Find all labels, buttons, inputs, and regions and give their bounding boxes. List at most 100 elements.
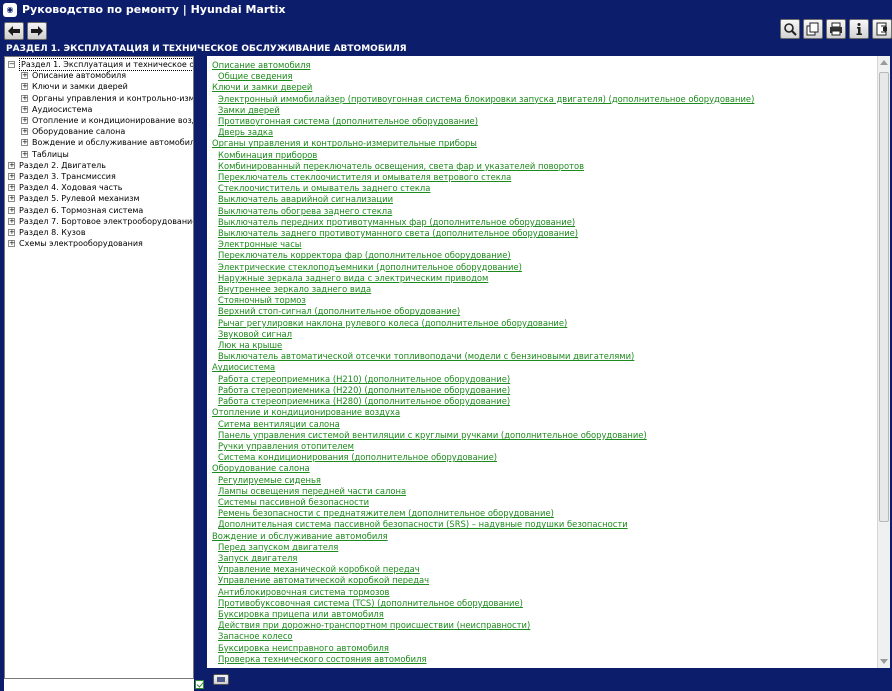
expand-icon[interactable]: +	[8, 195, 15, 203]
content-link[interactable]: Ситема вентиляции салона	[212, 419, 754, 430]
tree-item[interactable]: + Таблицы	[21, 149, 69, 160]
content-link[interactable]: Управление автоматической коробкой перед…	[212, 575, 754, 586]
content-link[interactable]: Наружные зеркала заднего вида с электрич…	[212, 273, 754, 284]
content-link[interactable]: Верхний стоп-сигнал (дополнительное обор…	[212, 306, 754, 317]
content-link[interactable]: Выключатель заднего противотуманного све…	[212, 228, 754, 239]
content-link[interactable]: Запуск двигателя	[212, 553, 754, 564]
content-link[interactable]: Стояночный тормоз	[212, 295, 754, 306]
expand-icon[interactable]: +	[8, 240, 15, 248]
content-heading-link[interactable]: Отопление и кондиционирование воздуха	[212, 407, 754, 418]
expand-icon[interactable]: +	[21, 83, 28, 91]
copy-button[interactable]	[803, 19, 823, 39]
print-button[interactable]	[826, 19, 846, 39]
expand-icon[interactable]: +	[21, 128, 28, 136]
content-heading-link[interactable]: Описание автомобиля	[212, 60, 754, 71]
content-heading-link[interactable]: Оборудование салона	[212, 463, 754, 474]
info-button[interactable]	[849, 19, 869, 39]
tree-item[interactable]: + Раздел 5. Рулевой механизм	[8, 193, 140, 204]
content-link[interactable]: Выключатель обогрева заднего стекла	[212, 206, 754, 217]
tree-item[interactable]: + Вождение и обслуживание автомобиля	[21, 137, 193, 148]
tree-item[interactable]: + Раздел 2. Двигатель	[8, 160, 106, 171]
expand-icon[interactable]: +	[21, 139, 28, 147]
content-link[interactable]: Дополнительная система пассивной безопас…	[212, 519, 754, 530]
content-link[interactable]: Выключатель передних противотуманных фар…	[212, 217, 754, 228]
content-link[interactable]: Противоугонная система (дополнительное о…	[212, 116, 754, 127]
content-heading-link[interactable]: Ключи и замки дверей	[212, 82, 754, 93]
expand-icon[interactable]: +	[21, 105, 28, 113]
tree-item[interactable]: + Отопление и кондиционирование воздуха	[21, 115, 193, 126]
back-button[interactable]	[4, 22, 24, 40]
content-link[interactable]: Дверь задка	[212, 127, 754, 138]
content-heading-link[interactable]: Вождение и обслуживание автомобиля	[212, 531, 754, 542]
forward-button[interactable]	[27, 22, 47, 40]
content-link[interactable]: Работа стереоприемника (H280) (дополните…	[212, 396, 754, 407]
content-link[interactable]: Электронный иммобилайзер (противоугонная…	[212, 94, 754, 105]
content-link[interactable]: Действия при дорожно-транспортном происш…	[212, 620, 754, 631]
content-link[interactable]: Запасное колесо	[212, 631, 754, 642]
expand-icon[interactable]: +	[21, 117, 28, 124]
expand-icon[interactable]: +	[8, 217, 15, 225]
tree-item[interactable]: + Оборудование салона	[21, 126, 125, 137]
expand-icon[interactable]: +	[21, 72, 28, 80]
content-link[interactable]: Противобуксовочная система (TCS) (дополн…	[212, 598, 754, 609]
content-link[interactable]: Работа стереоприемника (H220) (дополните…	[212, 385, 754, 396]
expand-icon[interactable]: +	[8, 229, 15, 236]
content-link[interactable]: Электрические стеклоподъемники (дополнит…	[212, 262, 754, 273]
content-link[interactable]: Замки дверей	[212, 105, 754, 116]
content-link[interactable]: Рычаг регулировки наклона рулевого колес…	[212, 318, 754, 329]
content-link[interactable]: Выключатель аварийной сигнализации	[212, 194, 754, 205]
tree-item[interactable]: + Схемы электрооборудования	[8, 238, 143, 249]
content-link[interactable]: Буксировка прицепа или автомобиля	[212, 609, 754, 620]
vertical-scrollbar[interactable]	[877, 56, 890, 668]
content-link[interactable]: Лампы освещения передней части салона	[212, 486, 754, 497]
content-link[interactable]: Буксировка неисправного автомобиля	[212, 643, 754, 654]
tree-item[interactable]: + Органы управления и контрольно-измерите…	[21, 93, 193, 104]
tree-item[interactable]: + Раздел 6. Тормозная система	[8, 205, 143, 216]
content-link[interactable]: Выключатель автоматической отсечки топли…	[212, 351, 754, 362]
content-heading-link[interactable]: Органы управления и контрольно-измерител…	[212, 138, 754, 149]
tree-item[interactable]: + Описание автомобиля	[21, 70, 126, 81]
content-link[interactable]: Электронные часы	[212, 239, 754, 250]
tree-item[interactable]: + Аудиосистема	[21, 104, 92, 115]
expand-icon[interactable]: +	[21, 150, 28, 158]
content-link[interactable]: Переключатель корректора фар (дополнител…	[212, 250, 754, 261]
content-link[interactable]: Стеклоочиститель и омыватель заднего сте…	[212, 183, 754, 194]
content-link[interactable]: Работа стереоприемника (H210) (дополните…	[212, 374, 754, 385]
screen-icon[interactable]	[213, 674, 229, 685]
exit-button[interactable]	[872, 19, 892, 39]
content-link[interactable]: Люк на крыше	[212, 340, 754, 351]
content-link[interactable]: Переключатель стеклоочистителя и омывате…	[212, 172, 754, 183]
tree-item[interactable]: + Ключи и замки дверей	[21, 81, 128, 92]
expand-icon[interactable]: +	[8, 206, 15, 214]
expand-icon[interactable]: +	[8, 184, 15, 192]
content-link[interactable]: Антиблокировочная система тормозов	[212, 587, 754, 598]
content-link[interactable]: Ручки управления отопителем	[212, 441, 754, 452]
content-pane[interactable]: Описание автомобиля Общие сведения Ключи и…	[207, 56, 877, 668]
content-link[interactable]: Комбинация приборов	[212, 150, 754, 161]
content-link[interactable]: Ремень безопасности с преднатяжителем (д…	[212, 508, 754, 519]
content-link[interactable]: Регулируемые сиденья	[212, 475, 754, 486]
search-button[interactable]	[780, 19, 800, 39]
tree-item[interactable]: −Раздел 1. Эксплуатация и техническое об…	[8, 58, 193, 71]
content-link[interactable]: Внутреннее зеркало заднего вида	[212, 284, 754, 295]
scroll-thumb[interactable]	[879, 72, 889, 522]
tree-item[interactable]: + Раздел 4. Ходовая часть	[8, 182, 122, 193]
navigation-tree-pane[interactable]: −Раздел 1. Эксплуатация и техническое об…	[4, 56, 194, 679]
content-link[interactable]: Проверка технического состояния автомоби…	[212, 654, 754, 665]
tree-item[interactable]: + Раздел 7. Бортовое электрооборудование	[8, 216, 193, 227]
content-link[interactable]: Общие сведения	[212, 71, 754, 82]
scroll-up-arrow-icon[interactable]	[880, 60, 888, 65]
expand-icon[interactable]: +	[21, 94, 28, 102]
content-link[interactable]: Система кондиционирования (дополнительно…	[212, 452, 754, 463]
content-link[interactable]: Перед запуском двигателя	[212, 542, 754, 553]
content-link[interactable]: Управление механической коробкой передач	[212, 564, 754, 575]
tree-item[interactable]: + Раздел 3. Трансмиссия	[8, 171, 116, 182]
collapse-icon[interactable]: −	[8, 61, 15, 68]
content-link[interactable]: Комбинированный переключатель освещения,…	[212, 161, 754, 172]
content-heading-link[interactable]: Аудиосистема	[212, 362, 754, 373]
content-link[interactable]: Системы пассивной безопасности	[212, 497, 754, 508]
content-link[interactable]: Звуковой сигнал	[212, 329, 754, 340]
scroll-down-arrow-icon[interactable]	[880, 659, 888, 664]
tree-item[interactable]: + Раздел 8. Кузов	[8, 227, 86, 238]
expand-icon[interactable]: +	[8, 173, 15, 180]
